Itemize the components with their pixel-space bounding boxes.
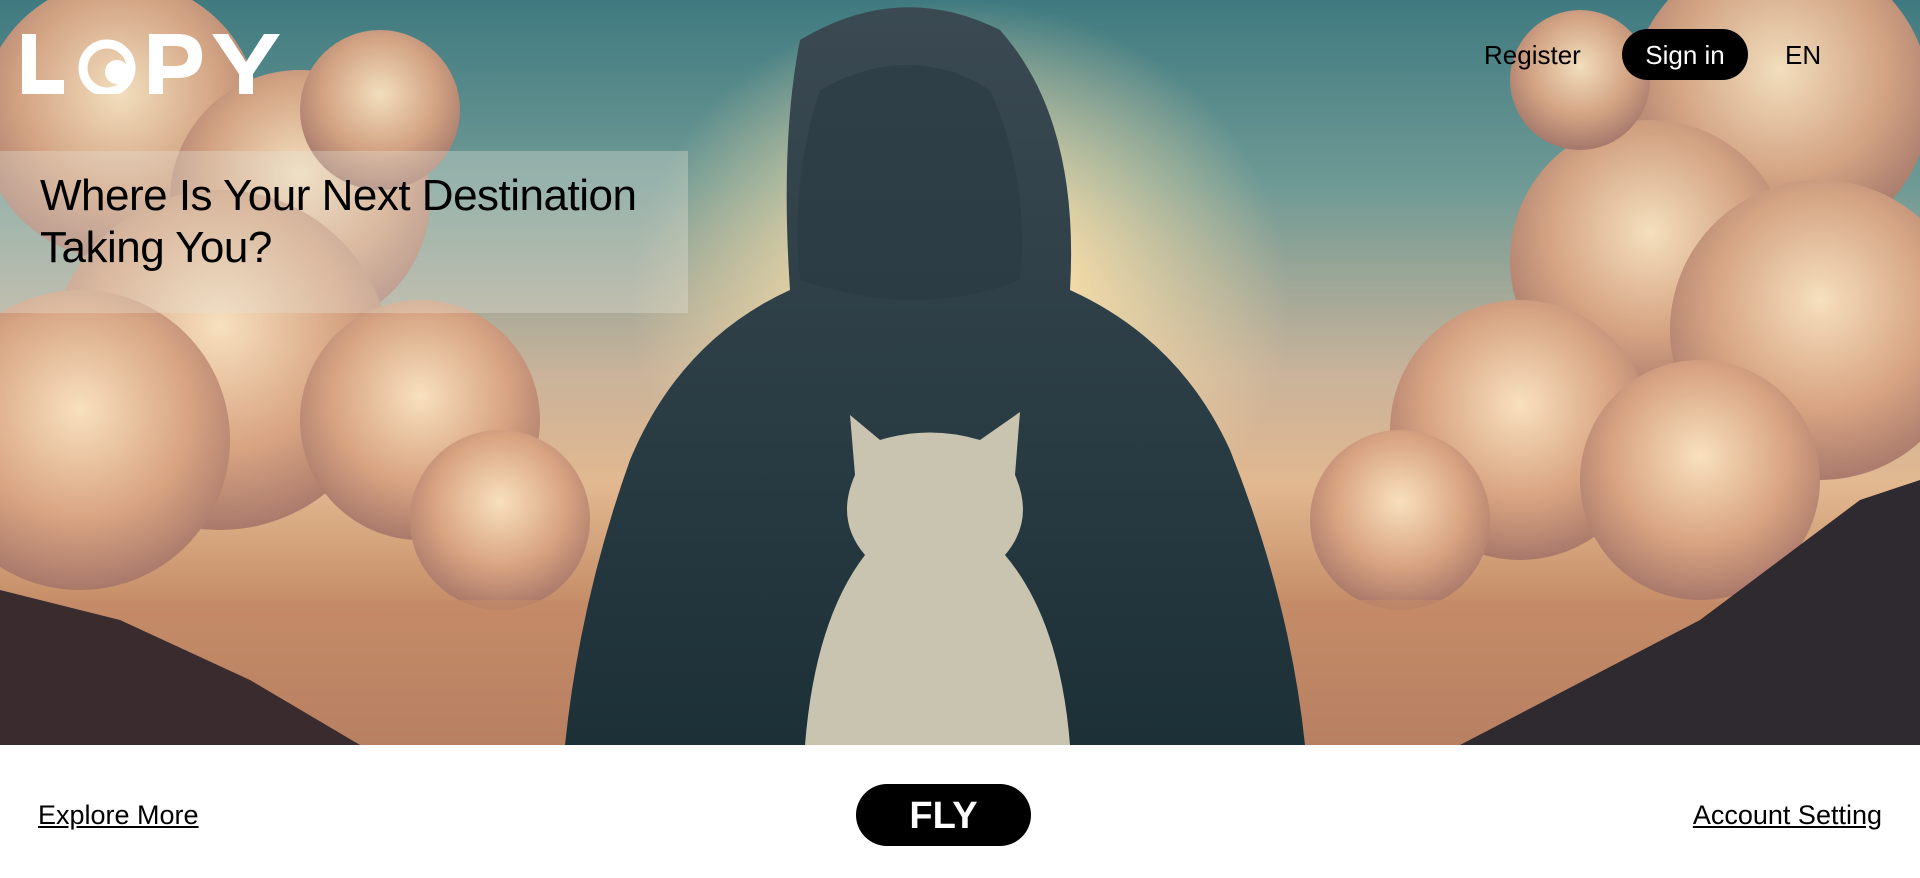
- hero-illustration: [0, 0, 1920, 745]
- hero-headline: Where Is Your Next Destination Taking Yo…: [40, 171, 637, 272]
- lopy-logo-icon: [22, 34, 280, 94]
- register-link[interactable]: Register: [1484, 30, 1581, 80]
- sign-in-button[interactable]: Sign in: [1622, 29, 1748, 80]
- explore-more-link[interactable]: Explore More: [38, 795, 199, 835]
- logo[interactable]: [22, 34, 292, 94]
- account-setting-link[interactable]: Account Setting: [1693, 795, 1882, 835]
- headline-panel: Where Is Your Next Destination Taking Yo…: [0, 151, 688, 313]
- fly-button[interactable]: FLY: [856, 784, 1031, 846]
- language-selector[interactable]: EN: [1785, 30, 1821, 80]
- hero-banner: Where Is Your Next Destination Taking Yo…: [0, 0, 1920, 745]
- clouds-right: [1310, 0, 1920, 610]
